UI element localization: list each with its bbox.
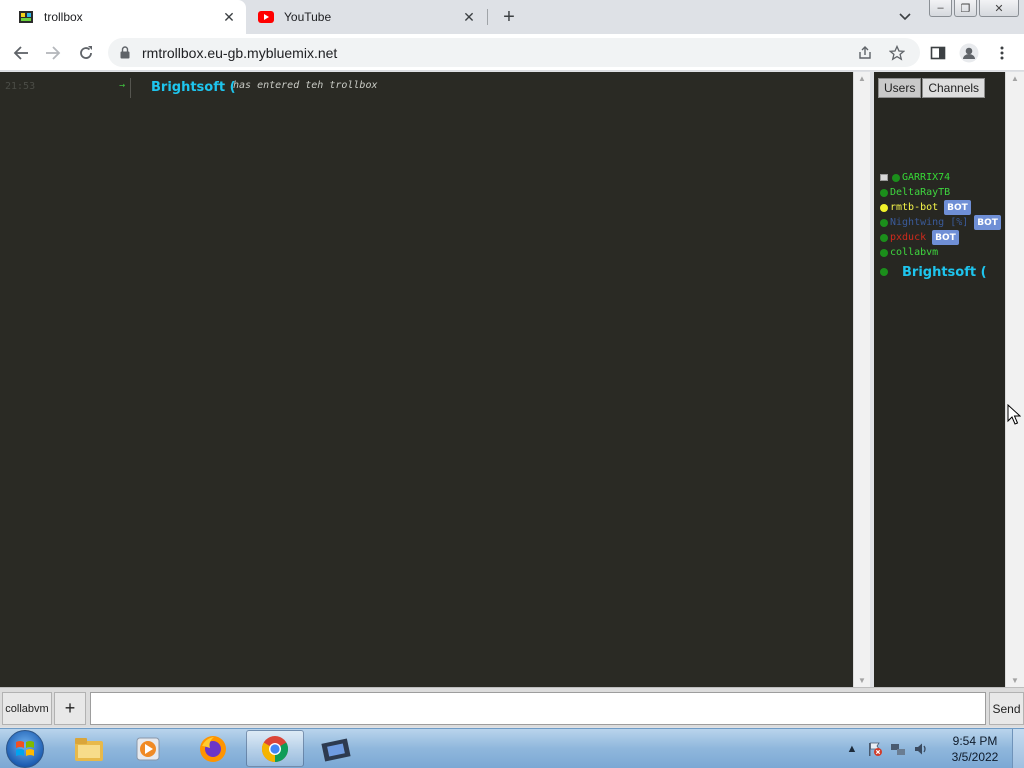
show-desktop-button[interactable] — [1012, 729, 1024, 768]
tab-search-chevron-icon[interactable] — [894, 7, 916, 27]
tab-separator — [487, 9, 488, 25]
user-name: rmtb-bot — [890, 202, 939, 213]
status-dot-icon — [892, 173, 900, 182]
user-name: Brightsoft ( — [902, 264, 987, 280]
monitor-icon — [880, 174, 888, 181]
sidebar-scrollbar[interactable]: ▲ ▼ — [1005, 72, 1024, 687]
chat-scrollbar[interactable]: ▲ ▼ — [853, 72, 870, 687]
chrome-taskbar-icon[interactable] — [246, 730, 304, 767]
window-controls: – ❐ ✕ — [927, 0, 1019, 18]
scroll-up-arrow-icon[interactable]: ▲ — [1011, 74, 1019, 83]
tab-title: trollbox — [44, 10, 83, 24]
user-list-item[interactable]: collabvm — [880, 245, 938, 260]
current-channel-button[interactable]: collabvm — [2, 692, 52, 725]
scroll-up-arrow-icon[interactable]: ▲ — [858, 74, 866, 83]
user-list-item[interactable]: GARRIX74 — [880, 170, 950, 185]
tab-trollbox[interactable]: trollbox ✕ — [0, 0, 246, 34]
join-arrow-icon: → — [119, 80, 126, 91]
profile-avatar-icon[interactable] — [957, 41, 981, 65]
user-list-item[interactable]: Brightsoft ( — [880, 263, 987, 281]
movie-maker-taskbar-icon[interactable] — [308, 730, 366, 767]
message-nick[interactable]: Brightsoft ( — [151, 80, 236, 95]
user-name: DeltaRayTB — [890, 187, 951, 198]
firefox-taskbar-icon[interactable] — [184, 730, 242, 767]
user-list-item[interactable]: Nightwing [%] BOT — [880, 215, 1001, 230]
chat-log[interactable]: 21:53 → Brightsoft ( has entered teh tro… — [0, 72, 853, 687]
nick-divider — [130, 78, 131, 98]
browser-tab-strip: trollbox ✕ YouTube ✕ + – ❐ ✕ — [0, 0, 1024, 34]
user-name: pxduck — [890, 232, 927, 243]
youtube-favicon-icon — [258, 9, 274, 25]
user-list-item[interactable]: pxduck BOT — [880, 230, 959, 245]
chat-message: 21:53 → Brightsoft ( has entered teh tro… — [0, 78, 853, 98]
new-tab-button[interactable]: + — [498, 6, 520, 28]
bot-badge: BOT — [974, 215, 1001, 230]
taskbar-clock[interactable]: 9:54 PM 3/5/2022 — [940, 733, 1010, 765]
message-timestamp: 21:53 — [5, 81, 36, 92]
status-dot-icon — [880, 233, 888, 242]
message-input[interactable] — [90, 692, 986, 725]
sidebar-tabs: Users Channels — [878, 78, 986, 98]
status-dot-icon — [880, 248, 888, 257]
volume-icon[interactable] — [911, 739, 931, 759]
message-text: has entered teh trollbox — [233, 80, 378, 91]
reload-icon[interactable] — [74, 41, 98, 65]
close-tab-icon[interactable]: ✕ — [220, 8, 238, 26]
bot-badge: BOT — [932, 230, 959, 245]
status-dot-icon — [880, 268, 888, 276]
tab-channels[interactable]: Channels — [922, 78, 986, 98]
minimize-button[interactable]: – — [929, 0, 952, 17]
scroll-down-arrow-icon[interactable]: ▼ — [1011, 676, 1019, 685]
tab-youtube[interactable]: YouTube ✕ — [248, 0, 486, 34]
close-window-button[interactable]: ✕ — [979, 0, 1019, 17]
status-dot-icon — [880, 188, 888, 197]
browser-menu-icon[interactable] — [990, 41, 1014, 65]
user-name: Nightwing [%] — [890, 217, 969, 228]
lock-icon[interactable] — [120, 46, 132, 60]
mouse-cursor-icon — [1007, 404, 1021, 425]
windows-logo-icon — [16, 741, 34, 756]
tab-users[interactable]: Users — [878, 78, 922, 98]
maximize-button[interactable]: ❐ — [954, 0, 977, 17]
start-button[interactable] — [6, 730, 44, 768]
user-name: collabvm — [890, 247, 939, 258]
tab-title: YouTube — [284, 10, 332, 24]
network-icon[interactable] — [888, 739, 908, 759]
trollbox-page: 21:53 → Brightsoft ( has entered teh tro… — [0, 72, 1024, 727]
status-dot-icon — [880, 218, 888, 227]
action-center-flag-icon[interactable] — [865, 739, 885, 759]
clock-time: 9:54 PM — [952, 734, 998, 748]
send-button[interactable]: Send — [989, 692, 1024, 725]
bookmark-star-icon[interactable] — [886, 42, 908, 64]
side-panel-icon[interactable] — [926, 41, 950, 65]
windows-taskbar: ▲ 9:54 PM 3/5/2022 — [0, 728, 1024, 768]
status-dot-icon — [880, 203, 888, 212]
add-channel-button[interactable]: + — [54, 692, 86, 725]
back-icon[interactable] — [9, 41, 33, 65]
system-tray: ▲ — [842, 729, 934, 768]
scroll-down-arrow-icon[interactable]: ▼ — [858, 676, 866, 685]
browser-toolbar: rmtrollbox.eu-gb.mybluemix.net — [0, 34, 1024, 71]
address-bar[interactable]: rmtrollbox.eu-gb.mybluemix.net — [108, 38, 920, 67]
clock-date: 3/5/2022 — [951, 750, 999, 764]
bot-badge: BOT — [944, 200, 971, 215]
user-list-item[interactable]: DeltaRayTB — [880, 185, 950, 200]
media-player-taskbar-icon[interactable] — [120, 730, 178, 767]
user-name: GARRIX74 — [902, 172, 951, 183]
user-list-item[interactable]: rmtb-bot BOT — [880, 200, 971, 215]
file-explorer-taskbar-icon[interactable] — [60, 730, 118, 767]
forward-icon[interactable] — [41, 41, 65, 65]
user-sidebar: Users Channels GARRIX74 DeltaRayTB rmtb-bo… — [874, 72, 1005, 687]
share-icon[interactable] — [854, 42, 876, 64]
trollbox-favicon-icon — [18, 9, 34, 25]
show-hidden-icons-icon[interactable]: ▲ — [842, 739, 862, 759]
close-tab-icon[interactable]: ✕ — [460, 8, 478, 26]
message-input-bar: collabvm + Send — [0, 687, 1024, 727]
url-text: rmtrollbox.eu-gb.mybluemix.net — [142, 44, 338, 61]
